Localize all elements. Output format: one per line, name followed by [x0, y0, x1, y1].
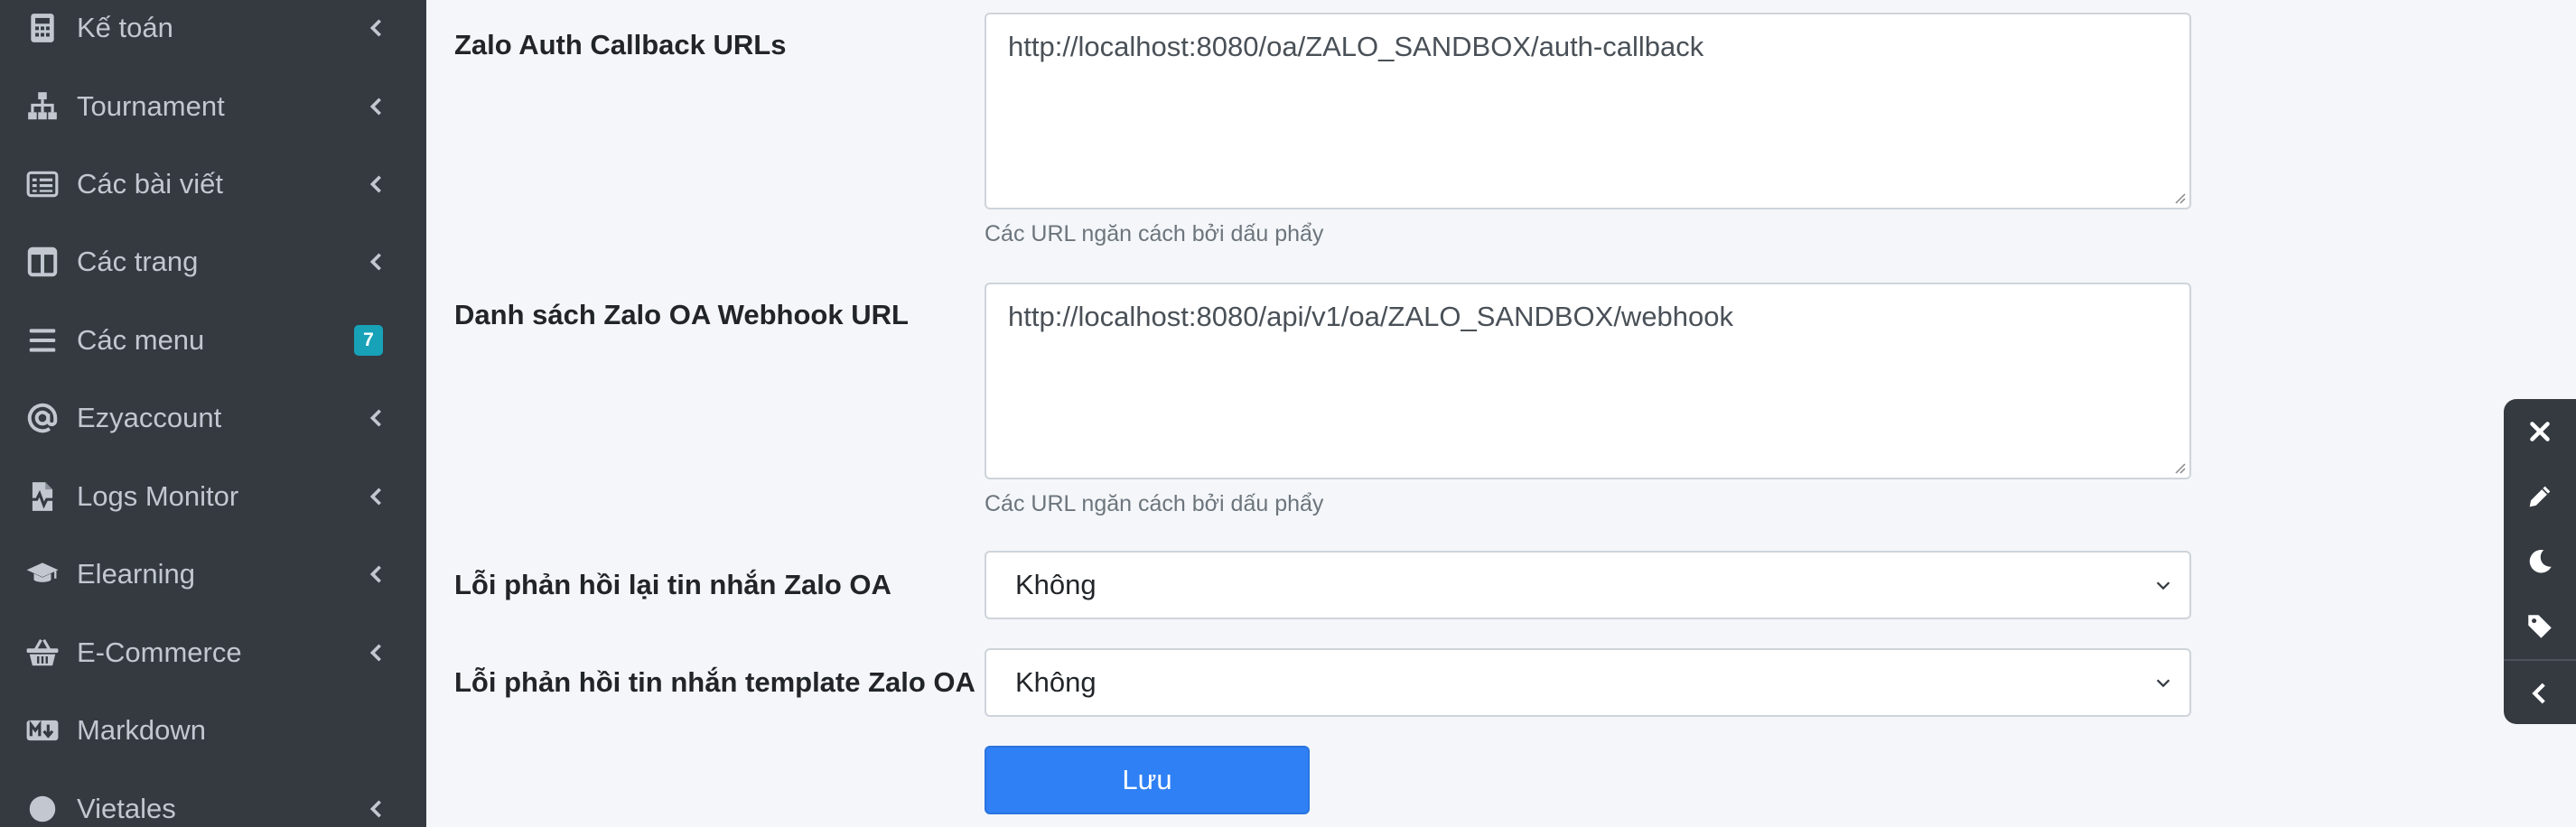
sidebar-item-cac-trang[interactable]: Các trang [0, 223, 426, 301]
template-error-selected: Không [1015, 666, 1097, 698]
auth-callback-value: http://localhost:8080/oa/ZALO_SANDBOX/au… [1008, 31, 1704, 62]
chevron-left-icon [365, 172, 388, 196]
calculator-icon [23, 9, 61, 47]
resize-grip-icon[interactable] [2171, 460, 2186, 474]
sidebar-item-cac-menu[interactable]: Các menu 7 [0, 302, 426, 379]
sidebar-item-label: Logs Monitor [77, 480, 239, 512]
chevron-left-icon [365, 562, 388, 586]
auth-callback-textarea[interactable]: http://localhost:8080/oa/ZALO_SANDBOX/au… [985, 13, 2191, 209]
sidebar-item-label: Elearning [77, 558, 195, 590]
sidebar-item-logs-monitor[interactable]: Logs Monitor [0, 458, 426, 535]
markdown-icon [23, 711, 61, 749]
pencil-icon [2529, 486, 2551, 507]
sidebar: Kế toán Tournament Các bài viết Các tran… [0, 0, 426, 827]
template-error-label: Lỗi phản hồi tin nhắn template Zalo OA [454, 666, 975, 698]
moon-icon [2529, 549, 2552, 573]
chevron-left-icon [365, 797, 388, 821]
menu-count-badge: 7 [354, 325, 383, 356]
webhook-textarea[interactable]: http://localhost:8080/api/v1/oa/ZALO_SAN… [985, 283, 2191, 479]
circle-icon [23, 790, 61, 827]
chevron-left-icon [365, 406, 388, 430]
template-error-select[interactable]: Không [985, 648, 2191, 717]
sidebar-item-label: Markdown [77, 714, 206, 746]
tag-icon [2528, 615, 2552, 638]
sidebar-item-e-commerce[interactable]: E-Commerce [0, 614, 426, 692]
collapse-toolbar-button[interactable] [2504, 661, 2576, 726]
sidebar-item-markdown[interactable]: Markdown [0, 692, 426, 769]
sidebar-item-cac-bai-viet[interactable]: Các bài viết [0, 145, 426, 223]
auth-callback-label: Zalo Auth Callback URLs [454, 29, 787, 60]
sidebar-item-ezyaccount[interactable]: Ezyaccount [0, 379, 426, 457]
sidebar-item-label: Ezyaccount [77, 402, 222, 433]
list-alt-icon [23, 165, 61, 203]
sidebar-item-label: Tournament [77, 90, 225, 122]
close-icon [2530, 422, 2550, 441]
chevron-left-icon [365, 485, 388, 508]
auth-callback-help: Các URL ngăn cách bởi dấu phẩy [985, 221, 1324, 246]
tag-button[interactable] [2504, 594, 2576, 659]
chevron-down-icon [2153, 575, 2173, 595]
edit-button[interactable] [2504, 464, 2576, 529]
save-button[interactable]: Lưu [985, 746, 1310, 814]
columns-icon [23, 243, 61, 281]
sitemap-icon [23, 88, 61, 125]
webhook-label: Danh sách Zalo OA Webhook URL [454, 299, 909, 330]
floating-toolbar [2504, 399, 2576, 724]
sidebar-item-label: Các trang [77, 246, 199, 277]
close-button[interactable] [2504, 399, 2576, 464]
file-medical-alt-icon [23, 478, 61, 516]
sidebar-item-label: Vietales [77, 793, 176, 824]
chevron-left-icon [365, 250, 388, 274]
chevron-left-icon [2532, 683, 2545, 704]
sidebar-item-label: Kế toán [77, 12, 173, 43]
resize-grip-icon[interactable] [2171, 190, 2186, 204]
chevron-left-icon [365, 95, 388, 118]
sidebar-item-vietales[interactable]: Vietales [0, 770, 426, 827]
chevron-left-icon [365, 641, 388, 664]
webhook-value: http://localhost:8080/api/v1/oa/ZALO_SAN… [1008, 301, 1734, 332]
at-icon [23, 399, 61, 437]
sidebar-item-label: E-Commerce [77, 637, 242, 668]
sidebar-item-ke-toan[interactable]: Kế toán [0, 0, 426, 67]
reply-error-label: Lỗi phản hồi lại tin nhắn Zalo OA [454, 569, 891, 600]
sidebar-item-elearning[interactable]: Elearning [0, 535, 426, 613]
sidebar-item-tournament[interactable]: Tournament [0, 68, 426, 145]
sidebar-item-label: Các menu [77, 324, 205, 356]
chevron-left-icon [365, 16, 388, 40]
chevron-down-icon [2153, 673, 2173, 692]
sidebar-item-label: Các bài viết [77, 168, 223, 200]
shopping-basket-icon [23, 634, 61, 672]
reply-error-selected: Không [1015, 569, 1097, 600]
bars-icon [23, 321, 61, 359]
dark-mode-button[interactable] [2504, 529, 2576, 594]
graduation-cap-icon [23, 555, 61, 593]
reply-error-select[interactable]: Không [985, 551, 2191, 619]
webhook-help: Các URL ngăn cách bởi dấu phẩy [985, 491, 1324, 516]
